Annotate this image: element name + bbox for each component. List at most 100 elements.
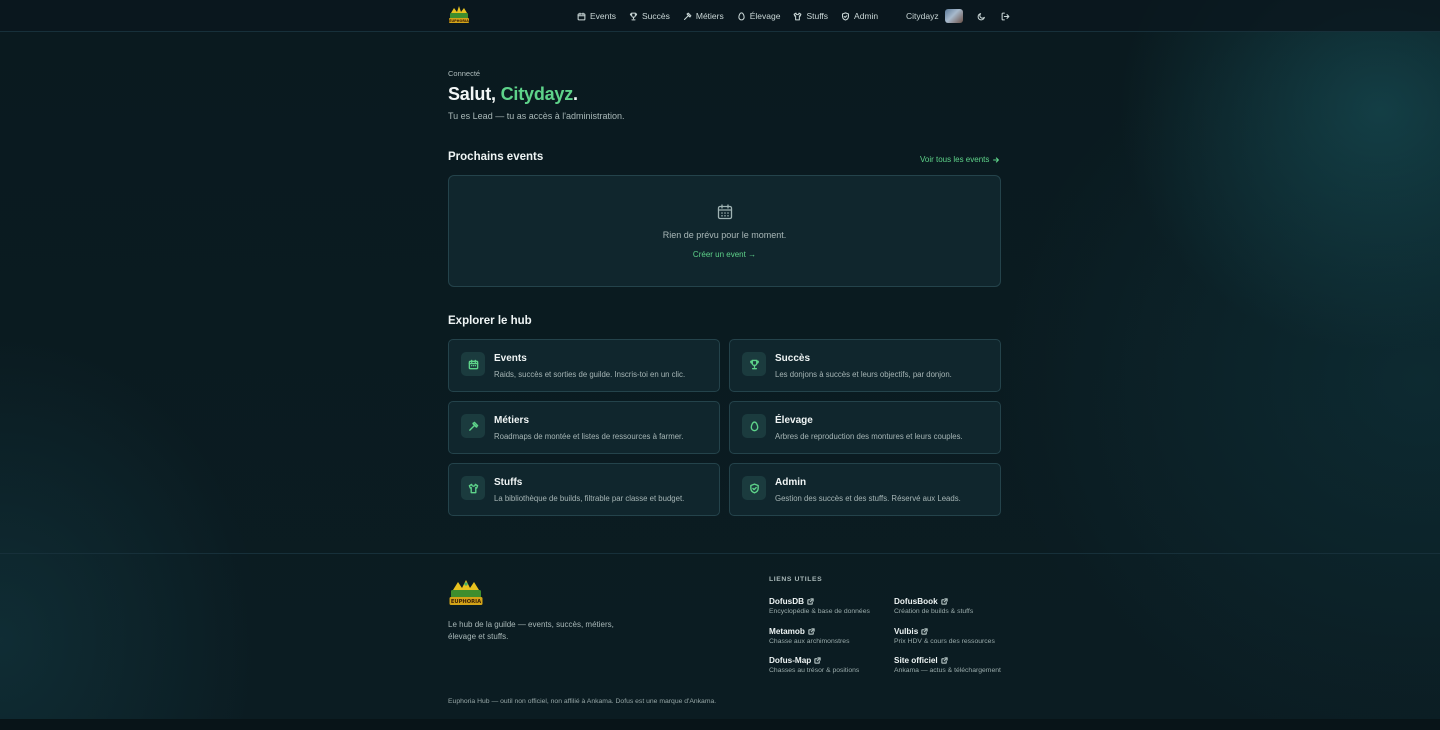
events-section-title: Prochains events [448,151,544,163]
trophy-icon [629,12,638,20]
link-vulbis[interactable]: Vulbis Prix HDV & cours des ressources [894,627,995,645]
hub-icon-box [742,414,766,438]
egg-icon [738,11,745,20]
svg-text:EUPHORIA: EUPHORIA [451,599,481,605]
logout-button[interactable] [999,9,1013,23]
shirt-icon [794,12,802,20]
link-site-officiel[interactable]: Site officiel Ankama — actus & télécharg… [894,656,1001,674]
link-dofus-map[interactable]: Dofus-Map Chasses au trésor & positions [769,656,859,674]
shirt-icon [468,483,478,493]
see-all-events-link[interactable]: Voir tous les events [920,155,1000,164]
link-name-row: DofusDB [769,597,870,606]
hub-card-elevage[interactable]: Élevage Arbres de reproduction des montu… [729,401,1001,454]
link-desc: Prix HDV & cours des ressources [894,638,995,645]
top-navigation-bar: EUPHORIA Events Succès Métiers Élevage S… [0,0,1440,32]
username[interactable]: Citydayz [906,11,939,21]
useful-links-title: LIENS UTILES [769,576,823,583]
link-dofusdb[interactable]: DofusDB Encyclopédie & base de données [769,597,870,615]
hub-card-title: Admin [775,477,807,488]
greeting-prefix: Salut, [448,84,501,104]
external-link-icon [807,598,814,605]
status-label: Connecté [448,69,481,78]
hub-section-title: Explorer le hub [448,315,532,327]
arrow-right-icon [993,156,1000,163]
page-title: Salut, Citydayz. [448,84,578,105]
link-desc: Chasses au trésor & positions [769,667,860,674]
external-link-icon [940,598,948,605]
nav-label: Events [590,11,616,21]
external-link-icon [814,657,822,664]
bottom-strip [0,719,1440,730]
empty-message: Rien de prévu pour le moment. [662,230,787,240]
link-name: Vulbis [894,627,919,636]
link-name-row: Dofus-Map [769,656,859,665]
hub-icon-box [461,352,485,376]
link-desc: Encyclopédie & base de données [769,608,870,615]
hub-card-title: Stuffs [494,477,523,488]
hub-card-desc: Gestion des succès et des stuffs. Réserv… [775,494,961,503]
role-subtitle: Tu es Lead — tu as accès à l'administrat… [448,111,625,121]
nav-item-admin[interactable]: Admin [841,11,878,21]
trophy-icon [749,359,759,369]
nav-label: Stuffs [806,11,829,21]
hub-card-title: Events [494,353,527,364]
hub-card-desc: Arbres de reproduction des montures et l… [775,432,963,441]
nav-item-metiers[interactable]: Métiers [683,11,724,21]
hub-icon-box [461,414,485,438]
hub-card-desc: Roadmaps de montée et listes de ressourc… [494,432,684,441]
nav-item-stuffs[interactable]: Stuffs [793,11,828,21]
footer-disclaimer: Euphoria Hub — outil non officiel, non a… [448,698,717,705]
nav-label: Métiers [695,11,724,21]
avatar[interactable] [944,9,963,23]
link-name: DofusDB [769,597,805,606]
user-area: Citydayz [906,0,1013,32]
link-dofusbook[interactable]: DofusBook Création de builds & stuffs [894,597,973,615]
link-metamob[interactable]: Metamob Chasse aux archimonstres [769,627,849,645]
nav-label: Succès [642,11,670,21]
footer-tagline: Le hub de la guilde — events, succès, mé… [448,620,614,641]
svg-text:EUPHORIA: EUPHORIA [449,19,469,23]
see-all-label: Voir tous les events [920,155,990,164]
greeting-suffix: . [573,84,578,104]
moon-icon [977,12,985,20]
calendar-icon [716,203,734,221]
hub-card-stuffs[interactable]: Stuffs La bibliothèque de builds, filtra… [448,463,720,516]
shield-icon [842,11,850,21]
hub-card-title: Élevage [775,415,813,426]
link-name: Metamob [769,627,805,636]
greeting-username: Citydayz [500,84,574,104]
external-link-icon [940,657,948,664]
link-name: Site officiel [894,656,938,665]
euphoria-logo[interactable]: EUPHORIA [448,5,470,25]
link-name: DofusBook [894,597,938,606]
egg-icon [750,420,758,431]
events-empty-state: Rien de prévu pour le moment. Créer un e… [448,175,1001,287]
hub-card-admin[interactable]: Admin Gestion des succès et des stuffs. … [729,463,1001,516]
hub-card-events[interactable]: Events Raids, succès et sorties de guild… [448,339,720,392]
external-link-icon [921,628,929,635]
theme-toggle-button[interactable] [975,9,989,23]
link-name-row: DofusBook [894,597,973,606]
link-desc: Chasse aux archimonstres [769,638,850,645]
main-nav: Events Succès Métiers Élevage Stuffs Adm… [577,0,878,32]
hammer-icon [683,12,692,20]
create-event-link[interactable]: Créer un event → [449,250,1000,259]
link-desc: Création de builds & stuffs [894,608,974,615]
link-name-row: Site officiel [894,656,1001,665]
nav-label: Élevage [749,11,781,21]
hub-card-metiers[interactable]: Métiers Roadmaps de montée et listes de … [448,401,720,454]
hub-card-succes[interactable]: Succès Les donjons à succès et leurs obj… [729,339,1001,392]
nav-item-succes[interactable]: Succès [629,11,670,21]
calendar-icon [577,12,586,20]
link-name-row: Metamob [769,627,849,636]
hub-card-desc: Les donjons à succès et leurs objectifs,… [775,370,952,379]
hub-icon-box [461,476,485,500]
nav-item-elevage[interactable]: Élevage [737,11,781,21]
euphoria-logo-footer: EUPHORIA [449,580,483,605]
logout-icon [1001,12,1010,20]
hub-card-desc: La bibliothèque de builds, filtrable par… [494,494,685,503]
hub-card-desc: Raids, succès et sorties de guilde. Insc… [494,370,686,379]
hub-icon-box [742,476,766,500]
nav-item-events[interactable]: Events [577,11,616,21]
hub-card-title: Métiers [494,415,530,426]
